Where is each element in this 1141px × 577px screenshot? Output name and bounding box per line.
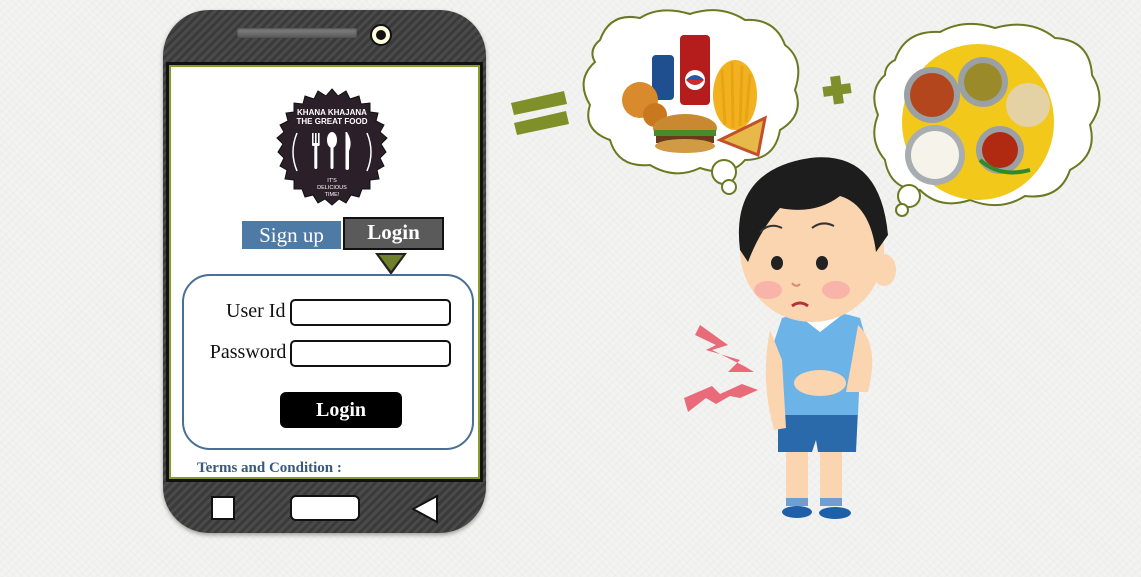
boy-stomach-ache-illustration — [684, 157, 896, 519]
junk-food-thought-cloud — [582, 9, 800, 195]
pain-mark-upper — [695, 325, 754, 372]
fries-image — [713, 60, 757, 130]
illustration — [511, 9, 1101, 519]
plus-icon — [822, 75, 852, 105]
pain-mark-lower — [684, 384, 758, 412]
equals-icon — [511, 91, 569, 135]
healthy-food-thought-cloud — [873, 22, 1101, 217]
